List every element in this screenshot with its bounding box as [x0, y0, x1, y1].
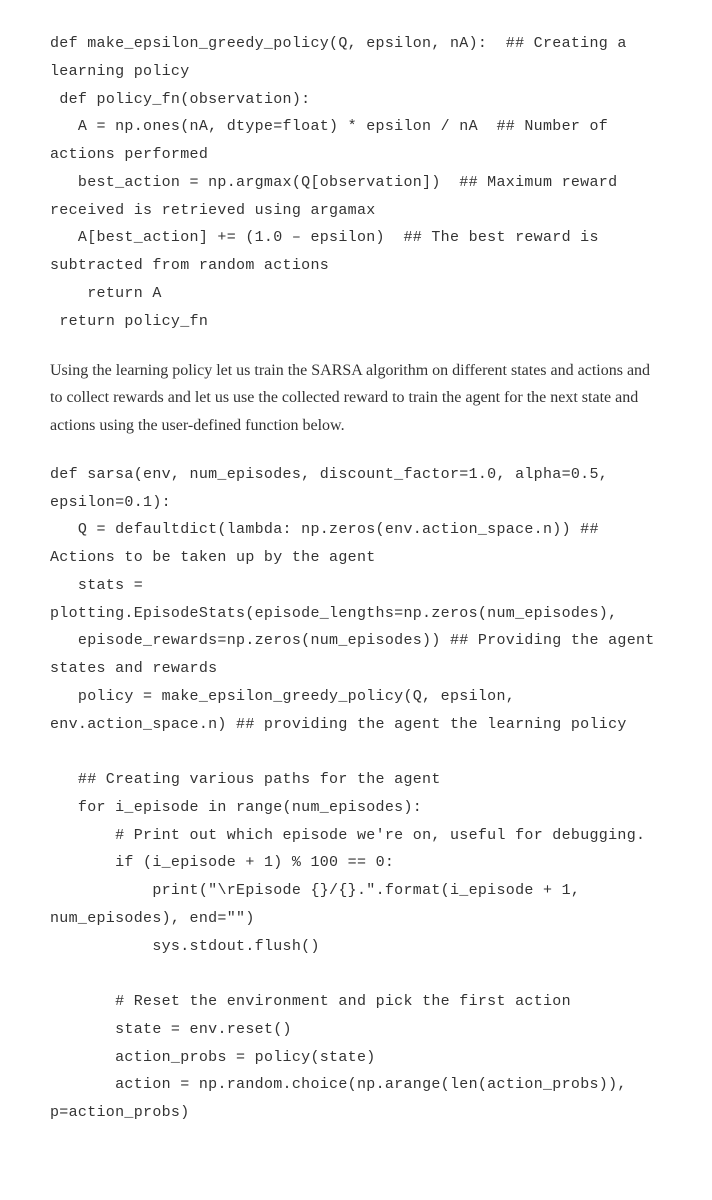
code-block-1: def make_epsilon_greedy_policy(Q, epsilo…	[50, 30, 662, 335]
explanatory-paragraph: Using the learning policy let us train t…	[50, 357, 662, 439]
code-block-2: def sarsa(env, num_episodes, discount_fa…	[50, 461, 662, 1127]
